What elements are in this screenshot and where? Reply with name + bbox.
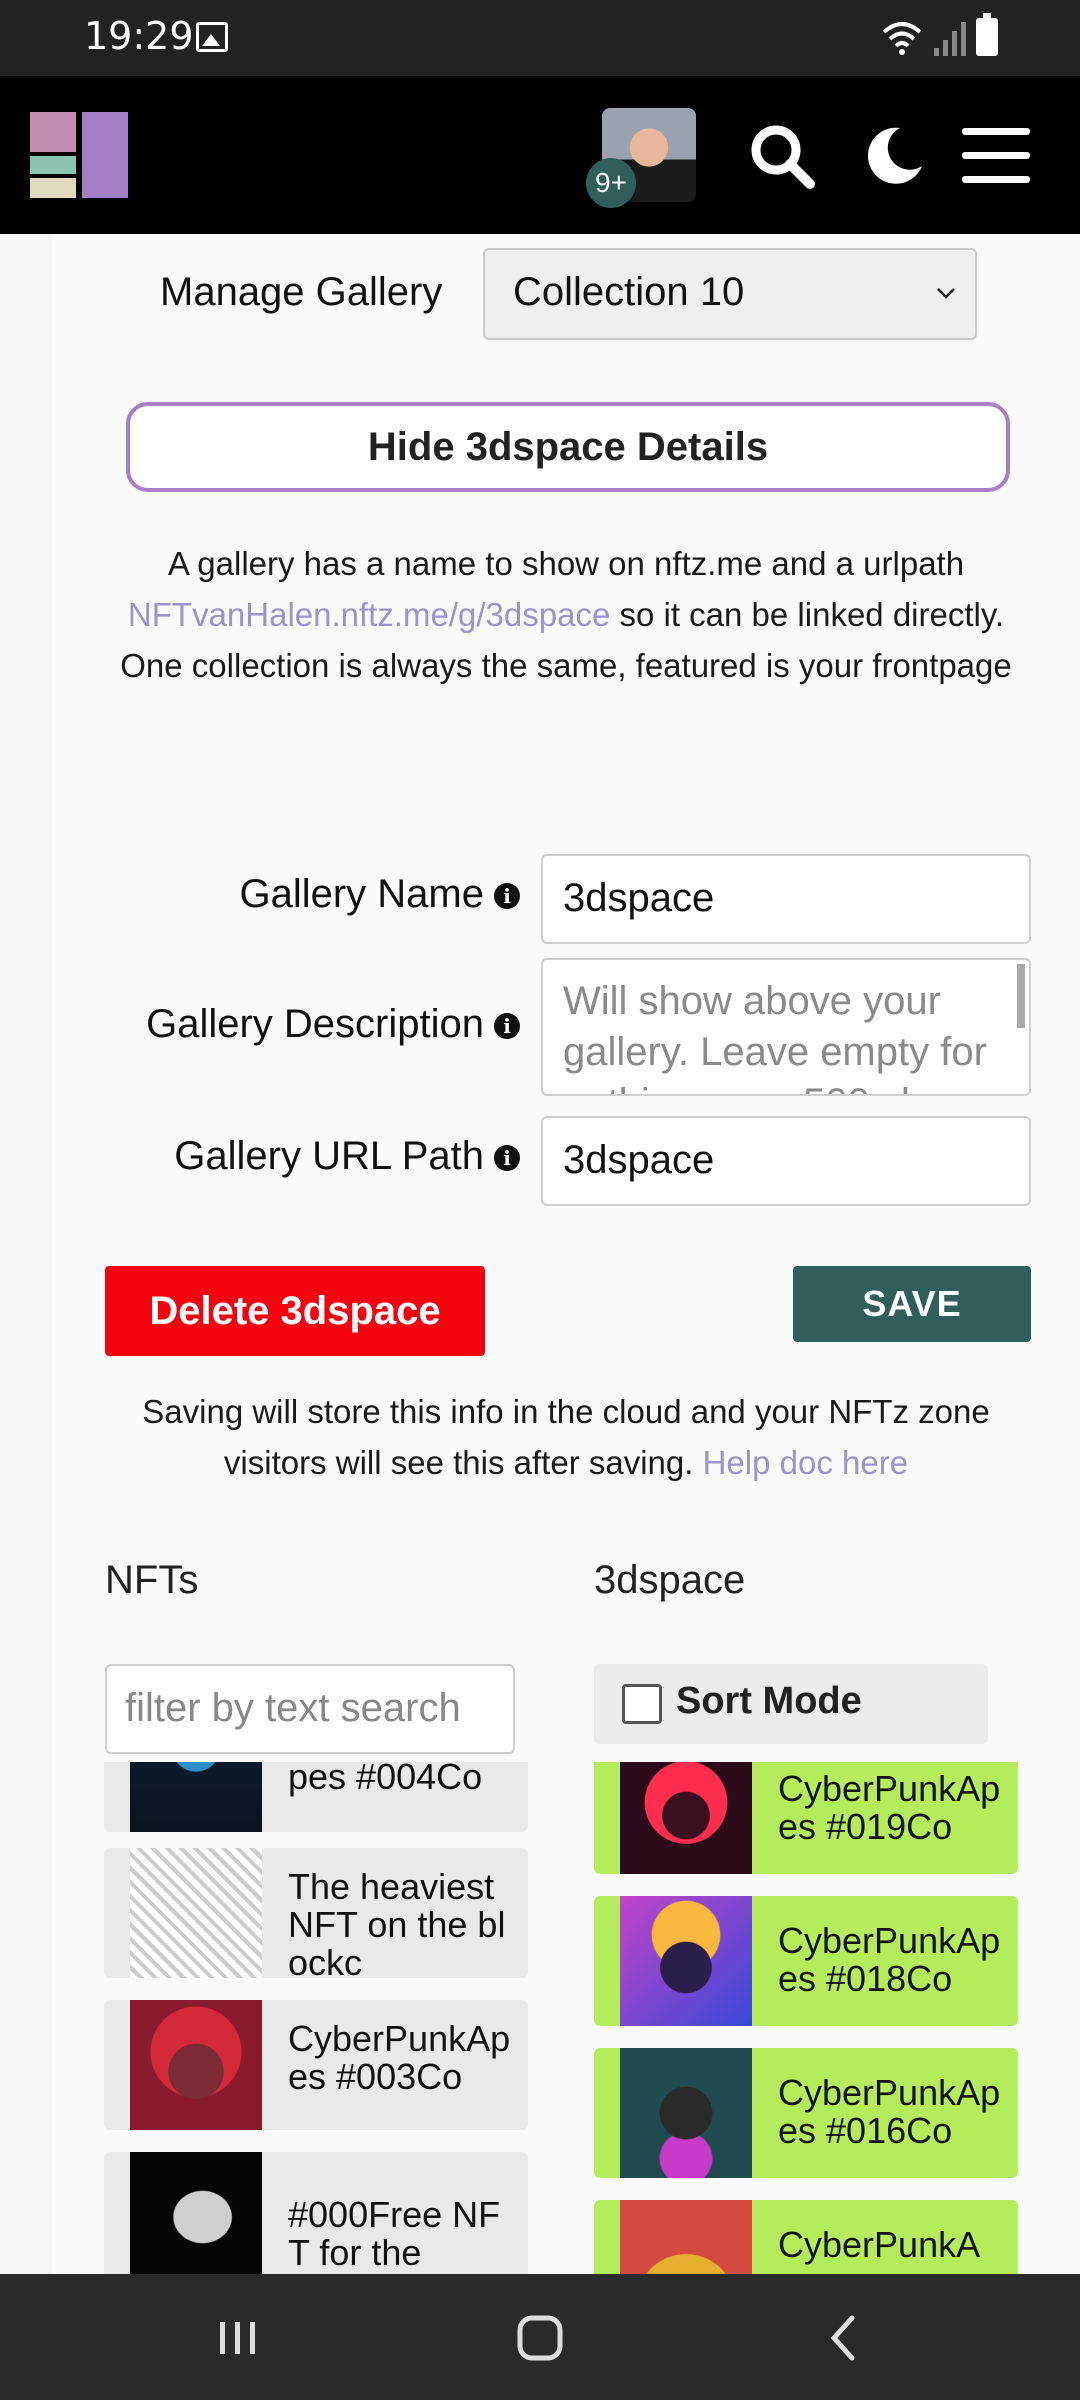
wifi-icon (882, 22, 922, 55)
nft-name: #000Free NFT for the (288, 2194, 501, 2273)
nft-list[interactable]: pes #004Co The heaviest NFT on the block… (104, 1762, 528, 2274)
nft-name: CyberPunkApes #019Co (778, 1768, 1001, 1847)
info-icon[interactable]: i (494, 1145, 520, 1171)
save-button[interactable]: SAVE (793, 1266, 1031, 1342)
manage-gallery-label: Manage Gallery (160, 270, 443, 314)
nft-thumbnail (620, 2200, 752, 2274)
nft-thumbnail (620, 2048, 752, 2178)
home-icon[interactable] (510, 2308, 570, 2368)
nft-name: CyberPunkApes #003Co (288, 2018, 511, 2097)
search-icon[interactable] (744, 118, 820, 194)
help-doc-link[interactable]: Help doc here (703, 1444, 908, 1481)
nft-thumbnail (130, 2152, 262, 2274)
list-item[interactable]: The heaviest NFT on the blockc (104, 1848, 528, 1978)
recent-apps-icon[interactable] (208, 2308, 268, 2368)
list-item[interactable]: CyberPunkApes #016Co (594, 2048, 1018, 2178)
delete-gallery-button[interactable]: Delete 3dspace (105, 1266, 485, 1356)
nft-name: pes #004Co (288, 1762, 483, 1797)
nft-thumbnail (620, 1896, 752, 2026)
nft-name: The heaviest NFT on the blockc (288, 1866, 506, 1979)
sort-mode-label: Sort Mode (676, 1680, 862, 1722)
app-header: 9+ (0, 76, 1080, 234)
save-note: Saving will store this info in the cloud… (92, 1386, 1040, 1488)
gallery-description-label: Gallery Description i (146, 1002, 520, 1047)
nft-name: CyberPunkApes #016Co (778, 2072, 1001, 2151)
nft-name: CyberPunkApes #018Co (778, 1920, 1001, 1999)
dark-mode-moon-icon[interactable] (856, 118, 932, 194)
hamburger-menu-icon[interactable] (958, 118, 1034, 194)
intro-text-1: A gallery has a name to show on nftz.me … (167, 545, 965, 582)
chevron-down-icon (937, 288, 955, 299)
intro-text-2: so it can be linked directly. (610, 596, 1005, 633)
battery-icon (976, 13, 998, 56)
gallery-intro-text: A gallery has a name to show on nftz.me … (92, 538, 1040, 691)
nftz-logo[interactable] (30, 112, 130, 200)
sort-mode-toggle[interactable]: Sort Mode (594, 1664, 988, 1744)
gallery-url-label: Gallery URL Path i (174, 1134, 520, 1179)
textarea-scrollbar[interactable] (1017, 964, 1025, 1028)
back-icon[interactable] (814, 2308, 874, 2368)
nft-name: CyberPunkA (778, 2224, 981, 2265)
nft-thumbnail (130, 1762, 262, 1832)
collection-column-title: 3dspace (594, 1558, 746, 1602)
nft-thumbnail (130, 1848, 262, 1978)
system-nav-bar (0, 2274, 1080, 2400)
list-item[interactable]: #000Free NFT for the (104, 2152, 528, 2274)
list-item[interactable]: CyberPunkApes #019Co (594, 1762, 1018, 1874)
gallery-notification-icon (196, 22, 228, 52)
intro-text-3: One collection is always the same, featu… (120, 647, 1012, 684)
hide-details-button[interactable]: Hide 3dspace Details (126, 402, 1010, 492)
gallery-url-link[interactable]: NFTvanHalen.nftz.me/g/3dspace (128, 596, 610, 633)
signal-icon (934, 22, 966, 56)
collection-list[interactable]: CyberPunkApes #019Co CyberPunkApes #018C… (594, 1762, 1018, 2274)
status-bar: 19:29 (0, 0, 1080, 76)
list-item[interactable]: pes #004Co (104, 1762, 528, 1832)
collection-select-value: Collection 10 (513, 270, 745, 314)
gallery-url-input[interactable]: 3dspace (541, 1116, 1031, 1206)
gallery-name-input[interactable]: 3dspace (541, 854, 1031, 944)
gallery-description-textarea[interactable]: Will show above your gallery. Leave empt… (541, 958, 1031, 1096)
list-item[interactable]: CyberPunkA (594, 2200, 1018, 2274)
info-icon[interactable]: i (494, 1013, 520, 1039)
gallery-manager-page: Manage Gallery Collection 10 Hide 3dspac… (52, 234, 1080, 2274)
nft-thumbnail (130, 2000, 262, 2130)
notification-badge[interactable]: 9+ (586, 158, 636, 208)
sort-mode-checkbox[interactable] (622, 1684, 662, 1724)
gallery-name-label: Gallery Name i (239, 872, 520, 917)
description-placeholder: Will show above your gallery. Leave empt… (563, 979, 987, 1094)
collection-select[interactable]: Collection 10 (483, 248, 977, 340)
filter-search-input[interactable]: filter by text search (105, 1664, 515, 1754)
list-item[interactable]: CyberPunkApes #003Co (104, 2000, 528, 2130)
nft-thumbnail (620, 1762, 752, 1874)
list-item[interactable]: CyberPunkApes #018Co (594, 1896, 1018, 2026)
status-time: 19:29 (84, 14, 194, 58)
info-icon[interactable]: i (494, 883, 520, 909)
nfts-column-title: NFTs (105, 1558, 199, 1602)
